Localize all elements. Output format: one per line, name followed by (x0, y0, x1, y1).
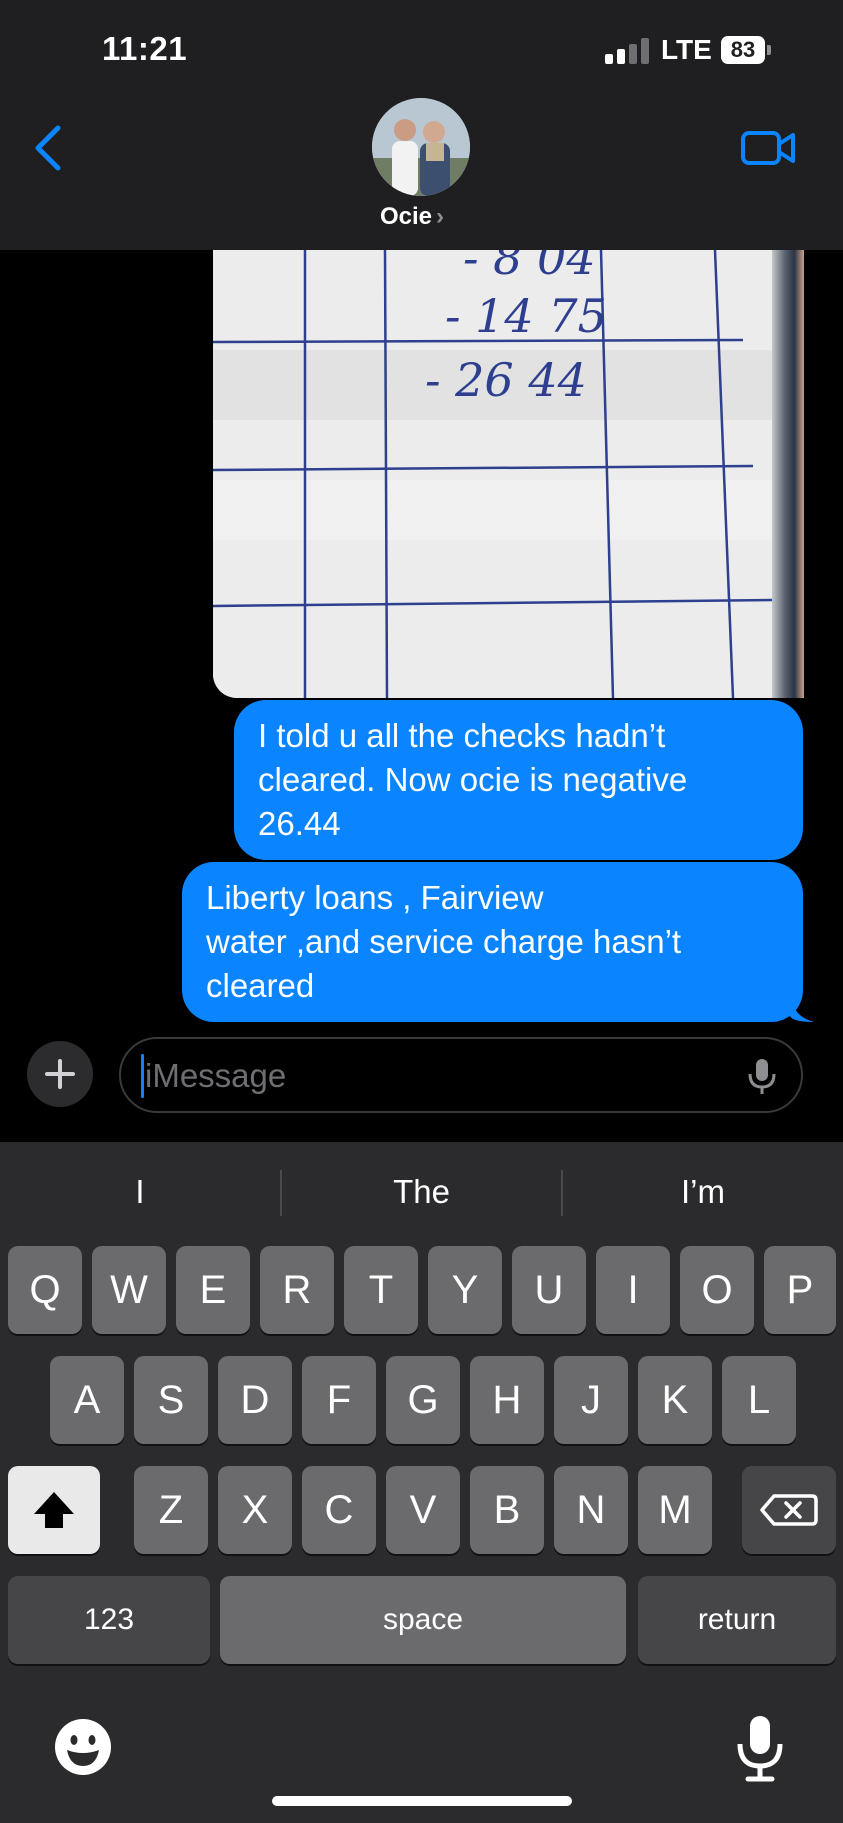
key-s[interactable]: S (134, 1356, 208, 1444)
space-key[interactable]: space (220, 1576, 626, 1664)
cellular-signal-icon (605, 38, 651, 64)
handwritten-line: - 26 44 (425, 353, 587, 407)
key-y[interactable]: Y (428, 1246, 502, 1334)
home-indicator[interactable] (272, 1796, 572, 1806)
add-attachment-button[interactable] (27, 1041, 93, 1107)
microphone-icon[interactable] (742, 1056, 782, 1096)
key-m[interactable]: M (638, 1466, 712, 1554)
photo-edge-detail (772, 250, 804, 698)
key-r[interactable]: R (260, 1246, 334, 1334)
message-bubble-sent[interactable]: Liberty loans , Fairview water ,and serv… (182, 862, 803, 1022)
message-input[interactable] (143, 1053, 727, 1099)
message-input-container[interactable] (119, 1037, 803, 1113)
message-bubble-sent[interactable]: I told u all the checks hadn’t cleared. … (234, 700, 803, 860)
backspace-key[interactable] (742, 1466, 836, 1554)
key-o[interactable]: O (680, 1246, 754, 1334)
key-a[interactable]: A (50, 1356, 124, 1444)
key-b[interactable]: B (470, 1466, 544, 1554)
key-l[interactable]: L (722, 1356, 796, 1444)
shift-icon (34, 1492, 74, 1528)
status-time: 11:21 (102, 30, 188, 67)
suggestion-2[interactable]: The (282, 1162, 561, 1222)
network-type: LTE (661, 34, 712, 65)
key-w[interactable]: W (92, 1246, 166, 1334)
bubble-tail (790, 994, 814, 1022)
key-x[interactable]: X (218, 1466, 292, 1554)
shift-key[interactable] (8, 1466, 100, 1554)
chevron-right-icon: › (436, 203, 445, 230)
avatar-photo (372, 98, 470, 196)
key-c[interactable]: C (302, 1466, 376, 1554)
contact-avatar[interactable] (372, 98, 470, 196)
battery-indicator: 83 (721, 36, 765, 64)
key-z[interactable]: Z (134, 1466, 208, 1554)
key-v[interactable]: V (386, 1466, 460, 1554)
back-chevron-icon[interactable] (30, 124, 66, 172)
ledger-photo: - 8 04 - 14 75 - 26 44 (213, 250, 803, 698)
backspace-icon (760, 1494, 818, 1526)
key-h[interactable]: H (470, 1356, 544, 1444)
key-u[interactable]: U (512, 1246, 586, 1334)
key-p[interactable]: P (764, 1246, 836, 1334)
key-j[interactable]: J (554, 1356, 628, 1444)
key-f[interactable]: F (302, 1356, 376, 1444)
key-e[interactable]: E (176, 1246, 250, 1334)
video-camera-icon[interactable] (740, 128, 796, 168)
suggestion-3[interactable]: I’m (563, 1162, 843, 1222)
battery-nub (767, 45, 771, 55)
contact-name: Ocie (380, 203, 433, 230)
photo-attachment[interactable]: - 8 04 - 14 75 - 26 44 (213, 250, 803, 698)
numbers-key[interactable]: 123 (8, 1576, 210, 1664)
key-t[interactable]: T (344, 1246, 418, 1334)
key-g[interactable]: G (386, 1356, 460, 1444)
contact-name-link[interactable]: Ocie › (380, 203, 470, 231)
handwritten-line: - 14 75 (445, 289, 607, 343)
key-n[interactable]: N (554, 1466, 628, 1554)
key-k[interactable]: K (638, 1356, 712, 1444)
dictation-mic-icon[interactable] (734, 1712, 786, 1784)
handwritten-line: - 8 04 (463, 250, 596, 285)
text-cursor (141, 1054, 144, 1098)
key-d[interactable]: D (218, 1356, 292, 1444)
key-i[interactable]: I (596, 1246, 670, 1334)
key-q[interactable]: Q (8, 1246, 82, 1334)
suggestion-1[interactable]: I (0, 1162, 280, 1222)
emoji-icon[interactable] (52, 1716, 114, 1778)
return-key[interactable]: return (638, 1576, 836, 1664)
plus-icon (45, 1059, 75, 1089)
